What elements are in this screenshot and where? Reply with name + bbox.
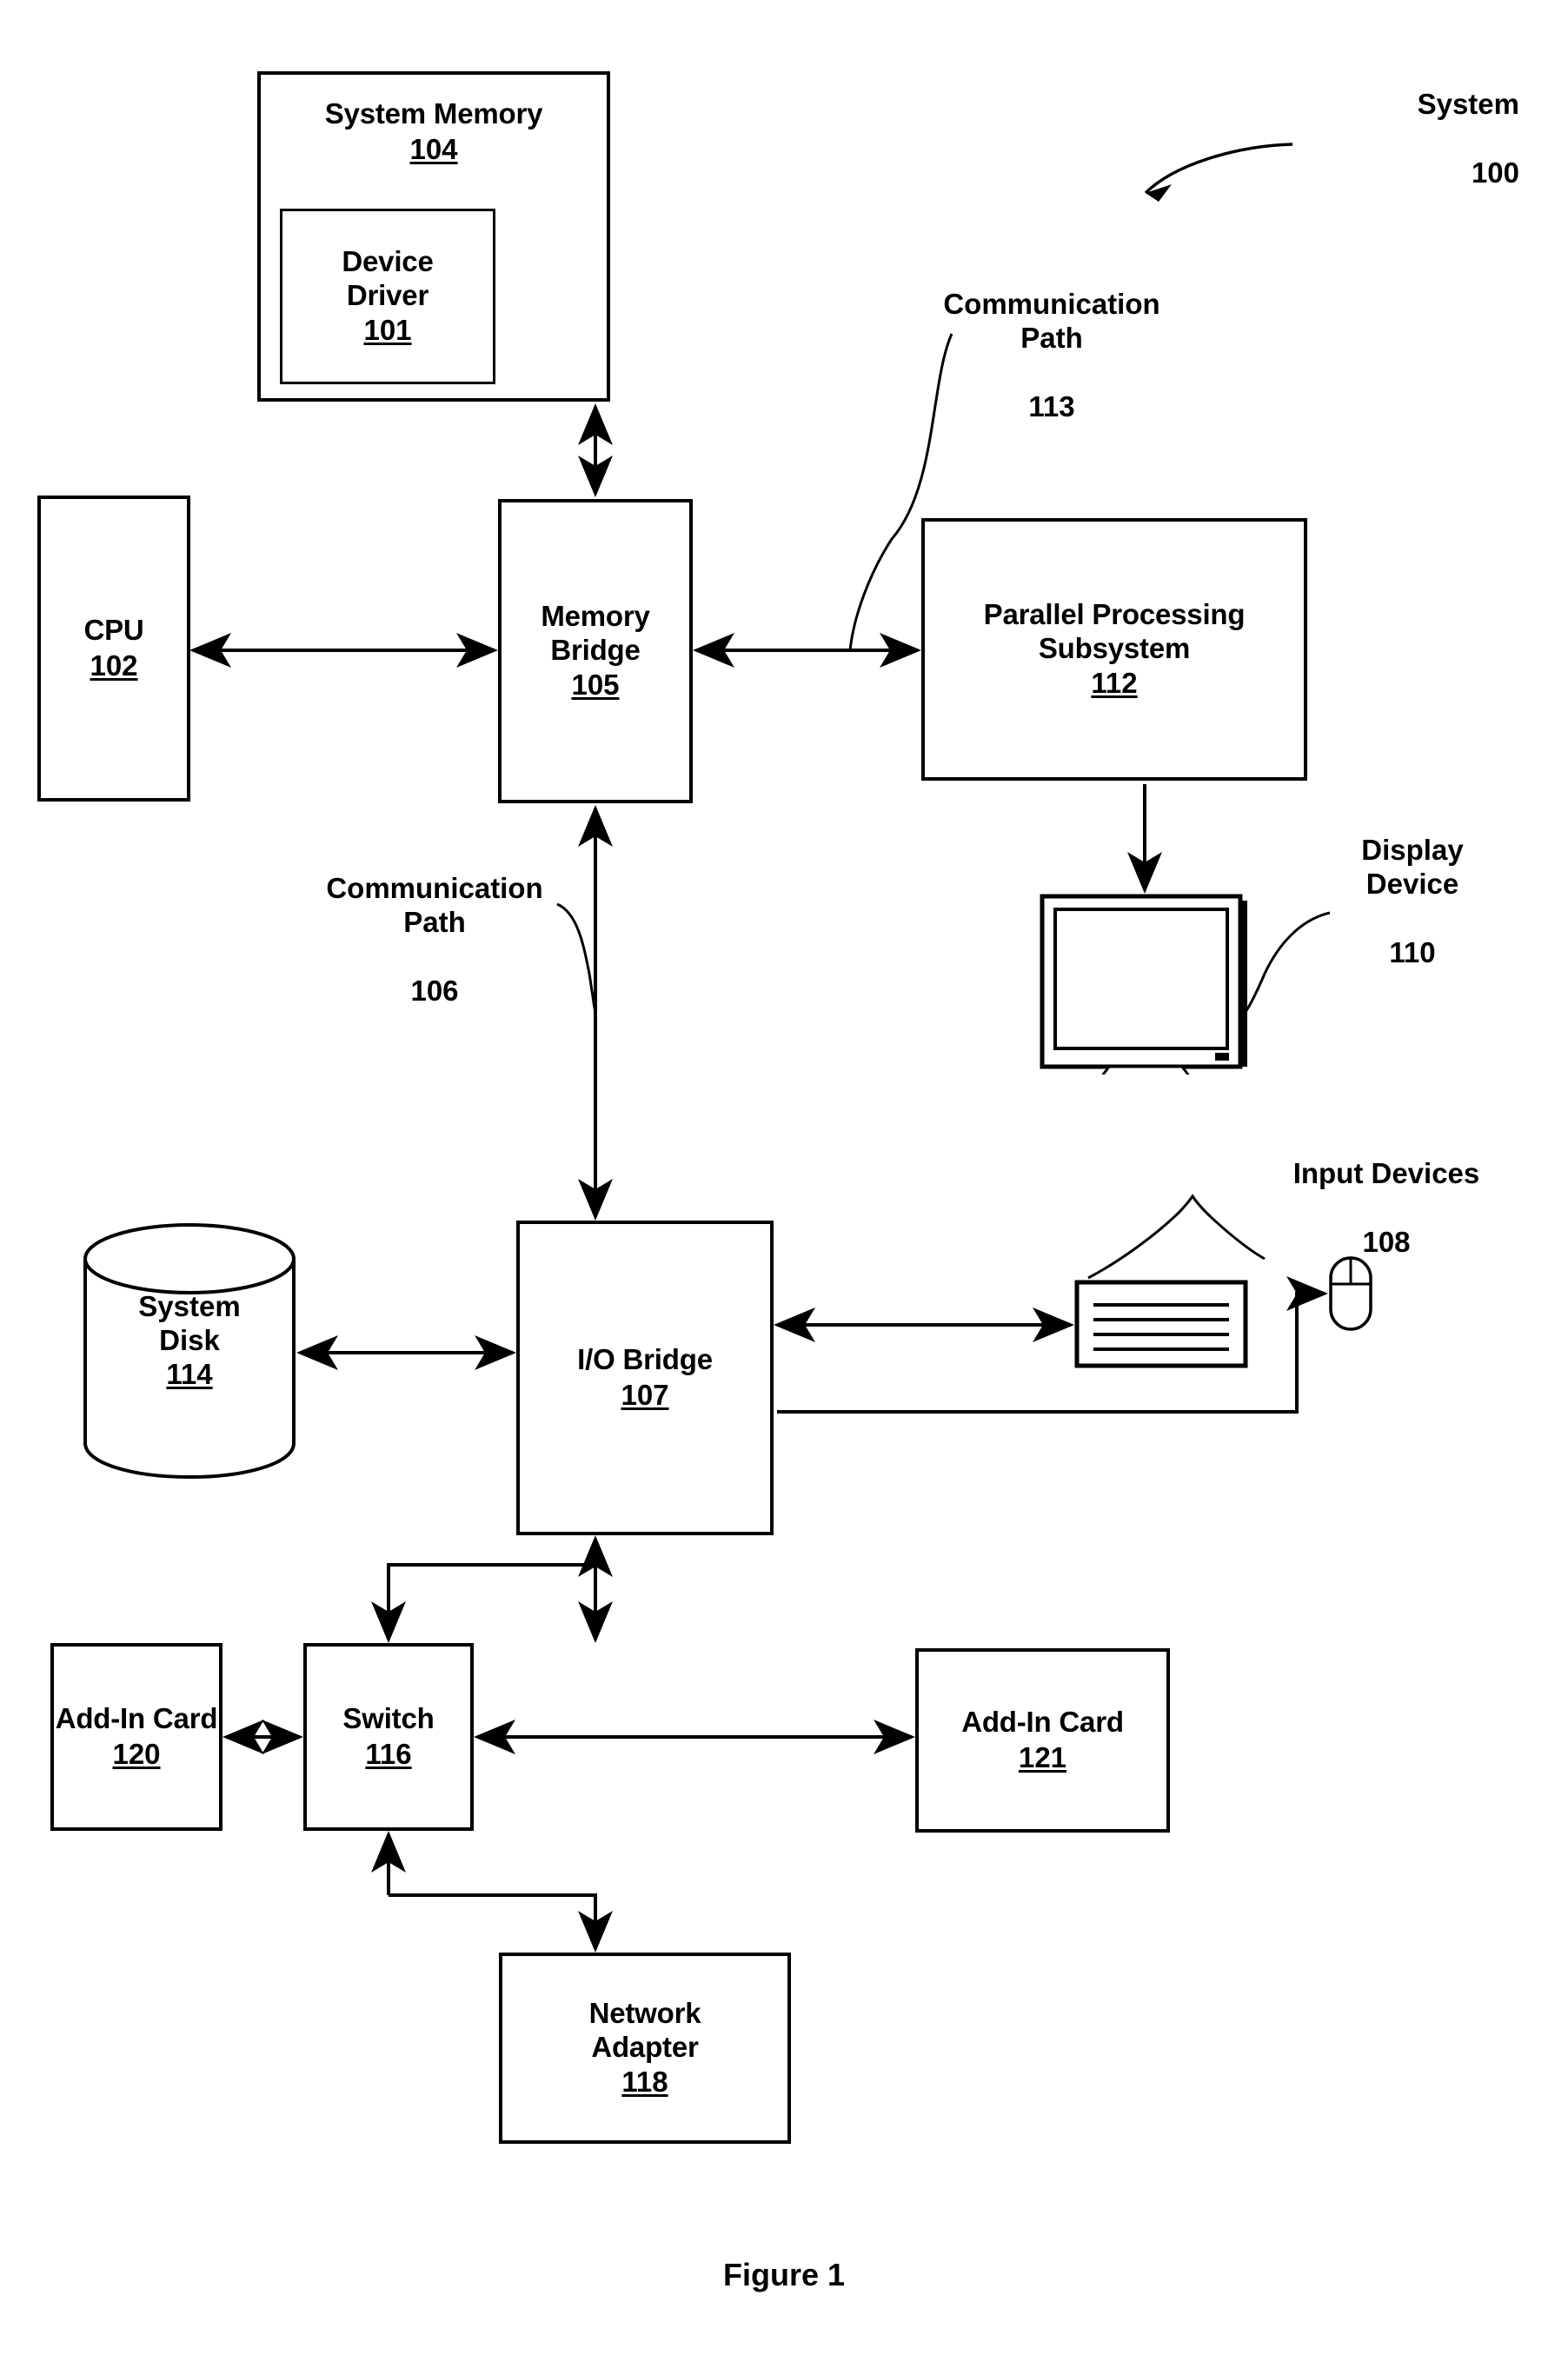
system-memory-ref: 104 — [409, 132, 458, 165]
cpu-box[interactable]: CPU 102 — [37, 496, 190, 802]
add-in-card-121-box[interactable]: Add-In Card 121 — [915, 1648, 1170, 1833]
switch-ref: 116 — [365, 1738, 412, 1770]
arrow-switch-to-netadapter-bend — [389, 1893, 613, 1953]
add-in-card-121-title: Add-In Card — [961, 1706, 1124, 1739]
system-disk-title: System Disk — [138, 1290, 241, 1356]
system-callout-label: System — [1417, 87, 1519, 120]
io-bridge-title: I/O Bridge — [577, 1343, 713, 1376]
memory-bridge-ref: 105 — [571, 669, 620, 702]
display-device-ref: 110 — [1389, 936, 1436, 969]
system-disk-ref: 114 — [166, 1357, 213, 1390]
display-device-label: Display Device — [1361, 833, 1464, 901]
keyboard-shape[interactable] — [1074, 1280, 1248, 1368]
input-devices-callout: Input Devices 108 — [1243, 1121, 1530, 1294]
leader-system-100-head — [1146, 184, 1172, 202]
parallel-processing-subsystem-box[interactable]: Parallel Processing Subsystem 112 — [921, 518, 1307, 781]
communication-path-113-label: Communication Path — [943, 287, 1160, 355]
device-driver-ref: 101 — [363, 314, 412, 347]
system-disk-shape[interactable]: System Disk 114 — [83, 1222, 296, 1480]
communication-path-113-ref: 113 — [1028, 390, 1075, 423]
system-disk-label-group: System Disk 114 — [83, 1290, 296, 1392]
display-device-shape[interactable] — [1040, 894, 1252, 1101]
input-devices-ref: 108 — [1362, 1225, 1411, 1258]
cpu-ref: 102 — [90, 649, 138, 682]
system-callout: System 100 — [1328, 52, 1519, 224]
add-in-card-120-title: Add-In Card — [55, 1702, 218, 1735]
monitor-icon — [1040, 894, 1247, 1101]
network-adapter-ref: 118 — [621, 2066, 668, 2099]
patent-figure-1: System Memory 104 Device Driver 101 CPU … — [0, 0, 1568, 2362]
leader-system-100 — [1144, 143, 1293, 195]
network-adapter-title: Network Adapter — [588, 1996, 701, 2063]
device-driver-title: Device Driver — [342, 244, 434, 311]
communication-path-106-ref: 106 — [410, 975, 459, 1008]
add-in-card-120-ref: 120 — [112, 1738, 161, 1770]
memory-bridge-title: Memory Bridge — [541, 599, 650, 666]
communication-path-106-callout: Communication Path 106 — [269, 836, 600, 1043]
keyboard-icon — [1074, 1280, 1248, 1368]
network-adapter-box[interactable]: Network Adapter 118 — [499, 1953, 791, 2144]
switch-title: Switch — [342, 1702, 435, 1735]
leader-input-108-brace — [1087, 1194, 1266, 1280]
display-device-callout: Display Device 110 — [1304, 798, 1521, 1005]
system-memory-title: System Memory — [324, 97, 543, 130]
add-in-card-120-box[interactable]: Add-In Card 120 — [50, 1643, 223, 1831]
communication-path-106-label: Communication Path — [326, 871, 543, 939]
cpu-title: CPU — [83, 614, 144, 647]
communication-path-113-callout: Communication Path 113 — [921, 252, 1182, 459]
input-devices-label: Input Devices — [1292, 1156, 1480, 1189]
device-driver-box[interactable]: Device Driver 101 — [280, 209, 495, 384]
system-memory-label-group: System Memory 104 — [261, 97, 607, 167]
parallel-processing-subsystem-title: Parallel Processing Subsystem — [983, 597, 1246, 664]
io-bridge-box[interactable]: I/O Bridge 107 — [516, 1221, 774, 1535]
figure-caption: Figure 1 — [722, 2257, 846, 2292]
io-bridge-ref: 107 — [621, 1379, 669, 1411]
add-in-card-121-ref: 121 — [1018, 1741, 1067, 1773]
system-callout-ref: 100 — [1471, 156, 1519, 189]
parallel-processing-subsystem-ref: 112 — [1091, 667, 1138, 700]
arrow-iobridge-to-switch-bend — [387, 1539, 597, 1600]
switch-box[interactable]: Switch 116 — [303, 1643, 474, 1831]
memory-bridge-box[interactable]: Memory Bridge 105 — [498, 499, 693, 803]
